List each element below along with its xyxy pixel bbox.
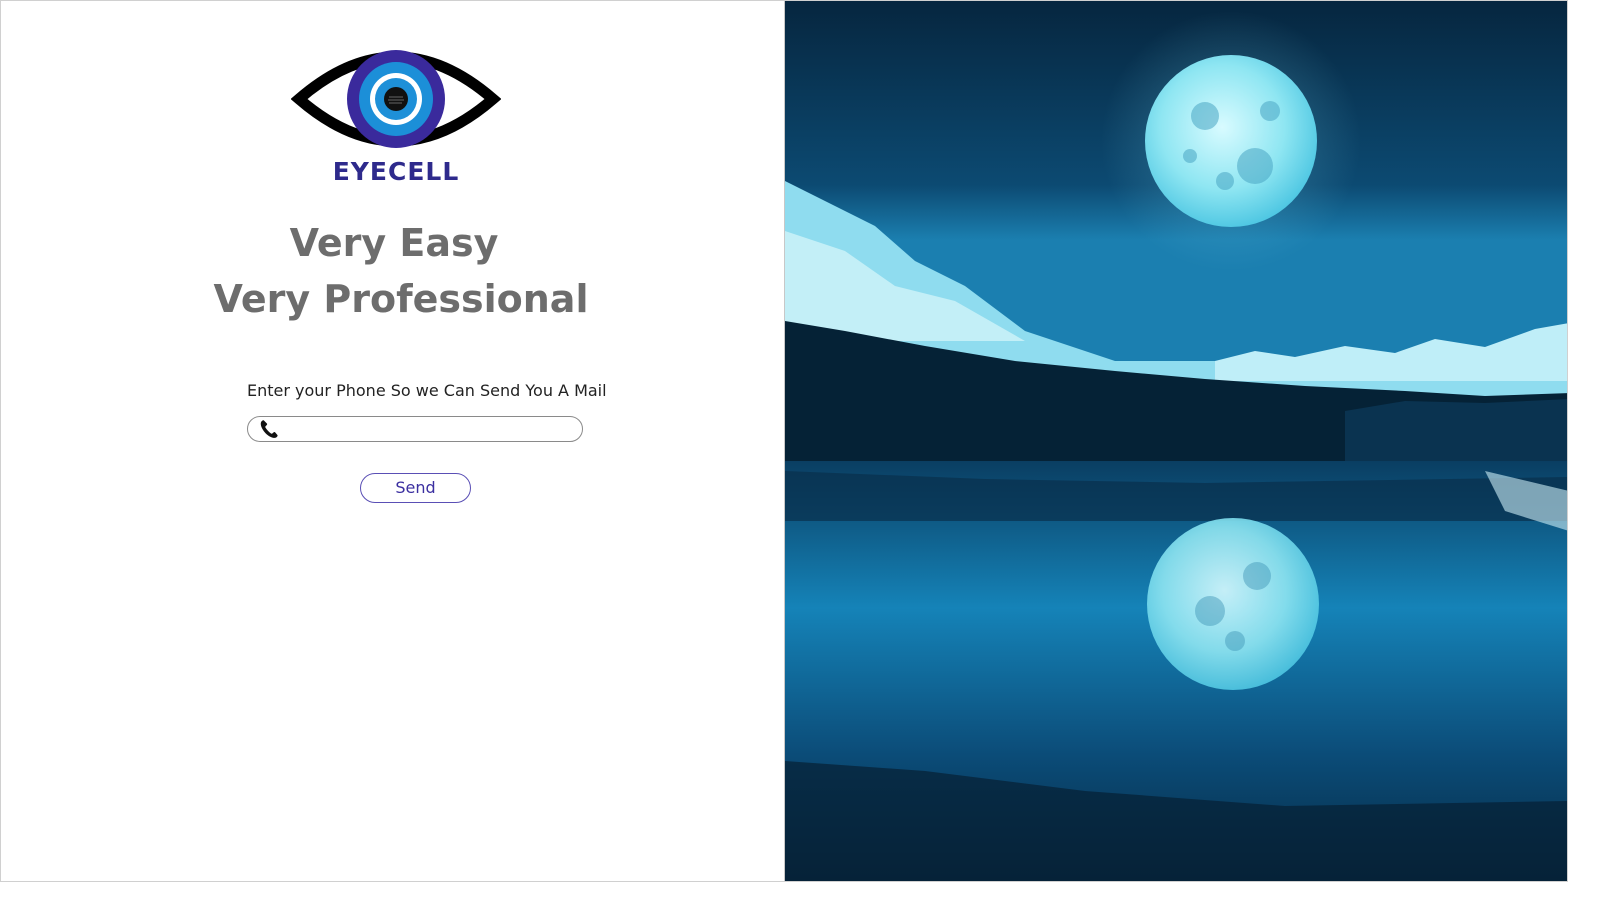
login-panel: EYECELL Very Easy Very Professional Ente… bbox=[1, 1, 785, 881]
brand-logo: EYECELL bbox=[291, 37, 501, 193]
hero-image bbox=[785, 1, 1567, 881]
phone-icon bbox=[260, 420, 278, 438]
send-button[interactable]: Send bbox=[360, 473, 471, 503]
phone-field[interactable] bbox=[247, 416, 583, 442]
headline-line-2: Very Professional bbox=[213, 277, 589, 321]
app-window: EYECELL Very Easy Very Professional Ente… bbox=[0, 0, 1568, 882]
eye-logo-icon bbox=[291, 50, 501, 148]
page-headline: Very Easy Very Professional bbox=[151, 215, 651, 327]
headline-line-1: Very Easy bbox=[289, 221, 499, 265]
moonlit-lake-illustration bbox=[785, 1, 1567, 881]
phone-prompt-label: Enter your Phone So we Can Send You A Ma… bbox=[247, 381, 607, 400]
phone-input[interactable] bbox=[284, 419, 574, 439]
brand-wordmark: EYECELL bbox=[332, 157, 460, 186]
